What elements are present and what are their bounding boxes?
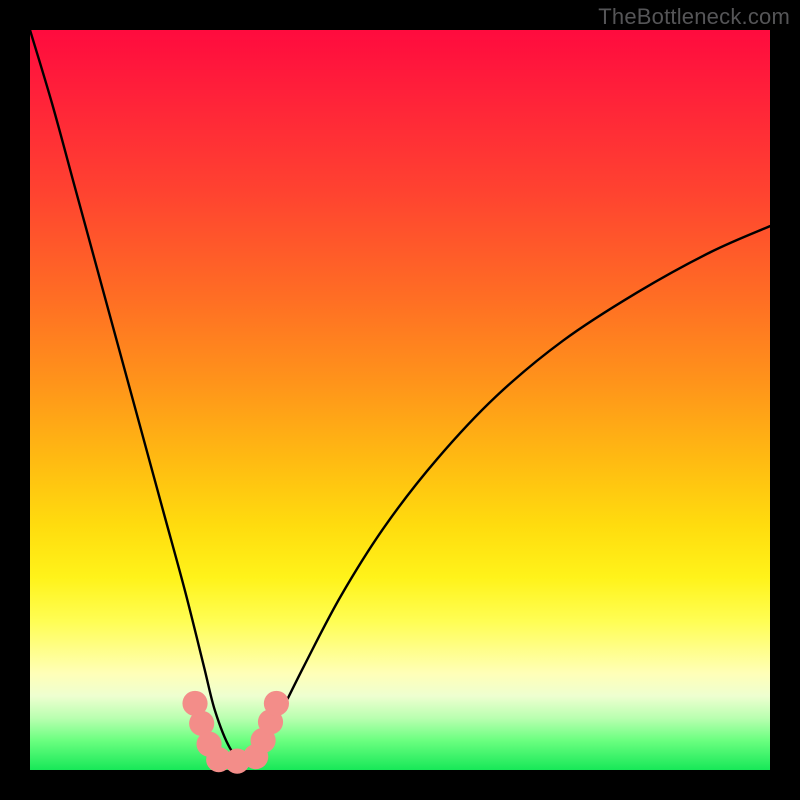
- plot-area: [30, 30, 770, 770]
- curve-marker: [264, 691, 289, 716]
- bottleneck-curve: [30, 30, 770, 764]
- watermark-text: TheBottleneck.com: [598, 4, 790, 30]
- chart-frame: TheBottleneck.com: [0, 0, 800, 800]
- curve-svg: [30, 30, 770, 770]
- curve-markers: [182, 691, 289, 774]
